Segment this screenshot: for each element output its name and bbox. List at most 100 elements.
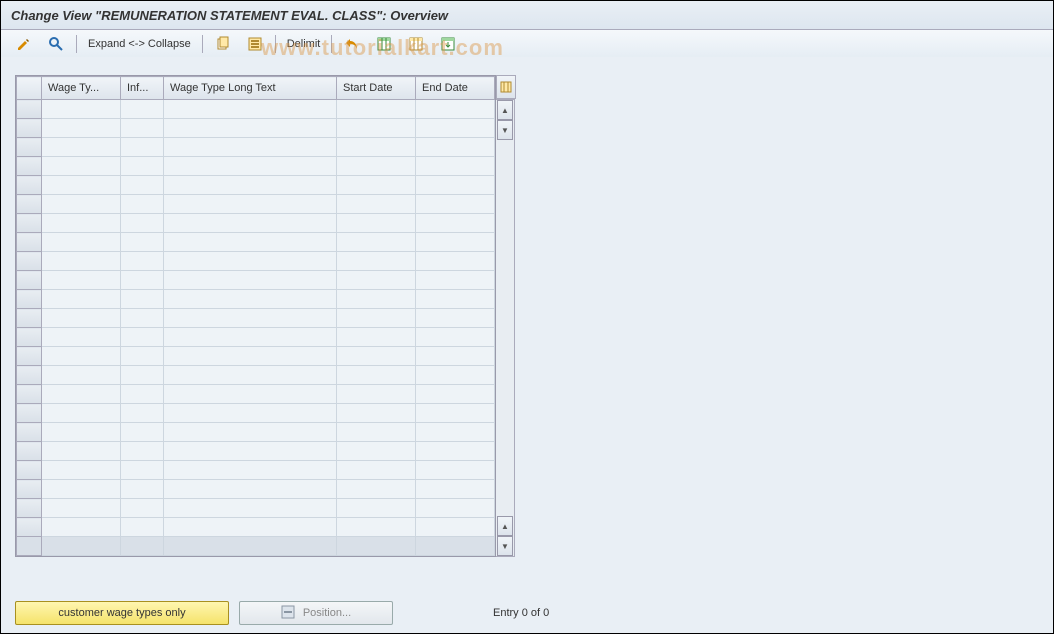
cell[interactable] xyxy=(337,499,416,518)
cell[interactable] xyxy=(164,518,337,537)
cell[interactable] xyxy=(337,119,416,138)
table-row[interactable] xyxy=(17,214,495,233)
cell[interactable] xyxy=(121,385,164,404)
table-row[interactable] xyxy=(17,233,495,252)
vertical-scrollbar[interactable]: ▲ ▼ ▲ ▼ xyxy=(496,99,515,557)
cell[interactable] xyxy=(337,366,416,385)
cell[interactable] xyxy=(416,366,495,385)
cell[interactable] xyxy=(416,271,495,290)
cell[interactable] xyxy=(121,309,164,328)
cell[interactable] xyxy=(416,119,495,138)
cell[interactable] xyxy=(416,195,495,214)
position-button[interactable]: Position... xyxy=(239,601,393,625)
cell[interactable] xyxy=(164,119,337,138)
cell[interactable] xyxy=(42,119,121,138)
cell[interactable] xyxy=(416,328,495,347)
table-row[interactable] xyxy=(17,195,495,214)
cell[interactable] xyxy=(42,252,121,271)
row-selector[interactable] xyxy=(17,423,42,442)
cell[interactable] xyxy=(416,518,495,537)
cell[interactable] xyxy=(121,119,164,138)
table-row[interactable] xyxy=(17,309,495,328)
cell[interactable] xyxy=(121,290,164,309)
row-selector[interactable] xyxy=(17,157,42,176)
table-row[interactable] xyxy=(17,537,495,556)
cell[interactable] xyxy=(121,252,164,271)
col-start-date[interactable]: Start Date xyxy=(337,77,416,100)
customer-wage-types-button[interactable]: customer wage types only xyxy=(15,601,229,625)
cell[interactable] xyxy=(42,480,121,499)
cell[interactable] xyxy=(164,214,337,233)
col-long-text[interactable]: Wage Type Long Text xyxy=(164,77,337,100)
cell[interactable] xyxy=(42,195,121,214)
delimit-button[interactable]: Delimit xyxy=(281,33,327,55)
row-selector[interactable] xyxy=(17,537,42,556)
cell[interactable] xyxy=(337,138,416,157)
cell[interactable] xyxy=(121,499,164,518)
toggle-display-change-icon[interactable] xyxy=(9,33,39,55)
row-selector[interactable] xyxy=(17,328,42,347)
table-row[interactable] xyxy=(17,404,495,423)
row-selector[interactable] xyxy=(17,138,42,157)
table-row[interactable] xyxy=(17,423,495,442)
table-row[interactable] xyxy=(17,366,495,385)
cell[interactable] xyxy=(164,100,337,119)
cell[interactable] xyxy=(337,100,416,119)
col-inf[interactable]: Inf... xyxy=(121,77,164,100)
scroll-page-up-icon[interactable]: ▼ xyxy=(497,120,513,140)
cell[interactable] xyxy=(42,366,121,385)
cell[interactable] xyxy=(337,423,416,442)
table-row[interactable] xyxy=(17,157,495,176)
cell[interactable] xyxy=(42,328,121,347)
cell[interactable] xyxy=(337,328,416,347)
cell[interactable] xyxy=(42,537,121,556)
cell[interactable] xyxy=(337,537,416,556)
cell[interactable] xyxy=(164,252,337,271)
cell[interactable] xyxy=(416,347,495,366)
cell[interactable] xyxy=(164,309,337,328)
print-icon[interactable] xyxy=(401,33,431,55)
cell[interactable] xyxy=(164,537,337,556)
cell[interactable] xyxy=(337,290,416,309)
table-row[interactable] xyxy=(17,385,495,404)
cell[interactable] xyxy=(121,176,164,195)
col-wage-type[interactable]: Wage Ty... xyxy=(42,77,121,100)
cell[interactable] xyxy=(337,442,416,461)
row-selector[interactable] xyxy=(17,100,42,119)
expand-collapse-button[interactable]: Expand <-> Collapse xyxy=(82,33,197,55)
cell[interactable] xyxy=(121,328,164,347)
table-row[interactable] xyxy=(17,176,495,195)
cell[interactable] xyxy=(164,480,337,499)
cell[interactable] xyxy=(121,480,164,499)
cell[interactable] xyxy=(42,214,121,233)
cell[interactable] xyxy=(121,442,164,461)
table-row[interactable] xyxy=(17,518,495,537)
row-selector[interactable] xyxy=(17,385,42,404)
cell[interactable] xyxy=(337,518,416,537)
cell[interactable] xyxy=(121,157,164,176)
cell[interactable] xyxy=(164,157,337,176)
cell[interactable] xyxy=(416,100,495,119)
cell[interactable] xyxy=(121,461,164,480)
cell[interactable] xyxy=(416,442,495,461)
cell[interactable] xyxy=(164,195,337,214)
cell[interactable] xyxy=(416,537,495,556)
row-selector[interactable] xyxy=(17,233,42,252)
cell[interactable] xyxy=(337,195,416,214)
cell[interactable] xyxy=(416,290,495,309)
cell[interactable] xyxy=(337,271,416,290)
cell[interactable] xyxy=(416,499,495,518)
cell[interactable] xyxy=(337,252,416,271)
cell[interactable] xyxy=(164,404,337,423)
scroll-page-down-icon[interactable]: ▲ xyxy=(497,516,513,536)
cell[interactable] xyxy=(164,138,337,157)
cell[interactable] xyxy=(42,176,121,195)
table-row[interactable] xyxy=(17,461,495,480)
cell[interactable] xyxy=(42,271,121,290)
cell[interactable] xyxy=(164,499,337,518)
cell[interactable] xyxy=(416,214,495,233)
cell[interactable] xyxy=(337,157,416,176)
cell[interactable] xyxy=(164,271,337,290)
table-row[interactable] xyxy=(17,119,495,138)
row-selector[interactable] xyxy=(17,195,42,214)
